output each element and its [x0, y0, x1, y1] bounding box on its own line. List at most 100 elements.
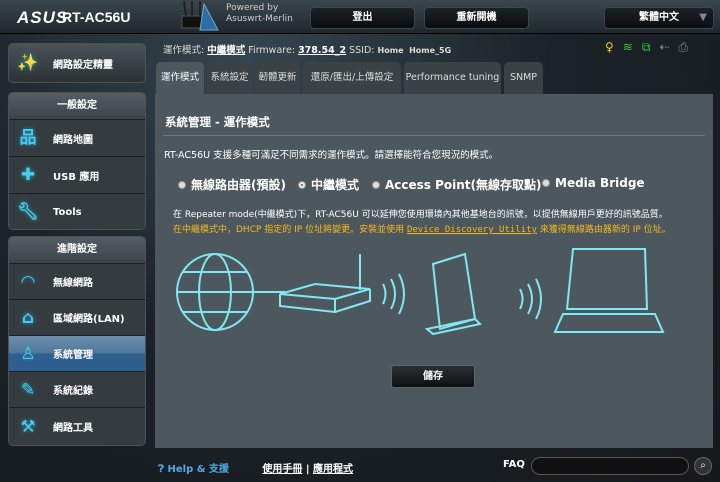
edit-log-icon: ✎	[20, 379, 36, 400]
warning-text: 在中繼模式中，DHCP 指定的 IP 位址將變更。安裝並使用	[173, 225, 407, 235]
logout-button[interactable]: 登出	[310, 7, 415, 29]
powered-by: Powered by Asuswrt-Merlin	[226, 3, 293, 25]
sidebar-item-label: 網路工具	[53, 423, 93, 434]
device-discovery-link[interactable]: Device Discovery Utility	[407, 225, 537, 235]
radio-button[interactable]	[178, 180, 186, 189]
repeater-info: 在 Repeater mode(中繼模式)下，RT-AC56U 可以延伸您使用環…	[173, 210, 668, 220]
radio-button[interactable]	[372, 180, 380, 189]
wifi-waves-icon	[382, 273, 405, 315]
manual-link[interactable]: 使用手冊	[262, 464, 302, 475]
description: RT-AC56U 支援多種可滿足不同需求的運作模式。請選擇能符合您現況的模式。	[164, 150, 499, 161]
faq-search-input[interactable]	[531, 457, 689, 475]
sidebar-item-network-map[interactable]: 品 網路地圖	[9, 119, 145, 156]
radio-media-bridge[interactable]: Media Bridge	[542, 176, 645, 190]
sidebar-item-tools[interactable]: 🔧︎ Tools	[9, 193, 145, 229]
user-icon: ♙	[20, 343, 36, 364]
wrench-icon: 🔧︎	[17, 202, 39, 222]
tab-restore-save-upload[interactable]: 還原/匯出/上傳設定	[303, 62, 401, 94]
faq-label: FAQ	[503, 459, 525, 470]
repeater-diagram	[176, 248, 665, 336]
status-bar: 運作模式: 中繼模式 Firmware: 378.54_2 SSID: Home…	[163, 42, 451, 56]
language-select[interactable]: 繁體中文 ▼	[604, 7, 714, 29]
bulb-icon[interactable]: ♀	[605, 40, 614, 55]
sidebar-item-administration[interactable]: ♙ 系統管理	[9, 335, 145, 371]
globe-icon	[176, 253, 254, 331]
radio-label: Access Point(無線存取點)	[385, 178, 542, 192]
chevron-down-icon: ▼	[699, 12, 707, 23]
save-button[interactable]: 儲存	[391, 365, 475, 388]
router-icon	[279, 254, 371, 314]
radio-label: 中繼模式	[311, 178, 360, 192]
reboot-button[interactable]: 重新開機	[424, 7, 529, 29]
powered-by-label: Powered by	[226, 3, 279, 13]
ssid-values: Home Home_5G	[377, 46, 452, 55]
general-title: 一般設定	[9, 93, 145, 119]
usb-icon[interactable]: ⇠	[659, 40, 669, 55]
repeater-icon	[424, 252, 483, 336]
sidebar-item-label: 系統管理	[53, 350, 93, 361]
language-value: 繁體中文	[639, 12, 679, 23]
connection-icon[interactable]: ⧉	[642, 40, 651, 55]
network-map-icon: 品	[19, 128, 37, 148]
sidebar-item-network-tools[interactable]: ⚒ 網路工具	[9, 407, 145, 445]
magic-wand-icon: ✨	[17, 53, 39, 73]
sidebar-item-label: Tools	[53, 206, 82, 218]
firmware-name: Asuswrt-Merlin	[226, 14, 293, 24]
printer-icon[interactable]: ⎙	[679, 40, 689, 55]
apps-link[interactable]: 應用程式	[313, 464, 353, 475]
sidebar-item-usb[interactable]: ✚ USB 應用	[9, 156, 145, 193]
sidebar-item-lan[interactable]: ⌂ 區域網路(LAN)	[9, 299, 145, 335]
help-link[interactable]: ❓︎ Help & 支援	[158, 464, 229, 475]
router-logo-icon	[181, 0, 219, 31]
advanced-settings-panel: 進階設定 ◠ 無線網路 ⌂ 區域網路(LAN) ♙ 系統管理 ✎ 系統紀錄 ⚒ 網路工具	[8, 236, 146, 446]
sidebar-item-label: 無線網路	[53, 278, 93, 289]
mode-link[interactable]: 中繼模式	[207, 45, 245, 56]
home-icon: ⌂	[21, 307, 35, 328]
search-icon[interactable]: ⌕	[694, 457, 712, 475]
help-label: Help & 支援	[167, 464, 229, 475]
radio-label: Media Bridge	[555, 176, 645, 190]
dhcp-warning: 在中繼模式中，DHCP 指定的 IP 位址將變更。安裝並使用 Device Di…	[173, 222, 671, 235]
tab-snmp[interactable]: SNMP	[504, 62, 543, 94]
tab-operation-mode[interactable]: 運作模式	[156, 62, 204, 94]
tools-icon: ⚒	[20, 416, 36, 437]
radio-label: 無線路由器(預設)	[191, 178, 286, 192]
sidebar-item-label: 區域網路(LAN)	[53, 314, 125, 325]
main-panel: 系統管理 - 運作模式 RT-AC56U 支援多種可滿足不同需求的運作模式。請選…	[155, 94, 713, 448]
general-settings-panel: 一般設定 品 網路地圖 ✚ USB 應用 🔧︎ Tools	[8, 92, 146, 230]
radio-access-point[interactable]: Access Point(無線存取點)	[372, 176, 542, 193]
wifi-waves-icon	[519, 278, 542, 320]
mode-label: 運作模式:	[163, 45, 205, 56]
header: ASUS RT-AC56U Powered by Asuswrt-Merlin 登…	[0, 0, 720, 34]
tab-system[interactable]: 系統設定	[207, 62, 252, 94]
radio-repeater[interactable]: 中繼模式	[298, 176, 359, 193]
tab-firmware-upgrade[interactable]: 韌體更新	[255, 62, 300, 94]
sidebar-item-wireless[interactable]: ◠ 無線網路	[9, 263, 145, 299]
firmware-label: Firmware:	[248, 45, 296, 56]
tab-performance-tuning[interactable]: Performance tuning	[404, 62, 501, 94]
sidebar-item-system-log[interactable]: ✎ 系統紀錄	[9, 371, 145, 407]
model-name: RT-AC56U	[62, 9, 131, 25]
sidebar-item-label: USB 應用	[53, 171, 100, 183]
separator: |	[302, 464, 314, 475]
wifi-status-icon[interactable]: ≋	[623, 40, 633, 55]
status-icons: ♀ ≋ ⧉ ⇠ ⎙	[605, 40, 688, 55]
divider	[163, 135, 705, 136]
asus-logo: ASUS	[17, 8, 69, 27]
firmware-link[interactable]: 378.54_2	[298, 45, 346, 56]
footer: ❓︎ Help & 支援 使用手冊 | 應用程式	[158, 460, 353, 475]
help-icon: ❓︎	[158, 464, 168, 475]
radio-button[interactable]	[542, 179, 550, 187]
page-title: 系統管理 - 運作模式	[165, 115, 270, 129]
warning-text-end: 來獲得無線路由器新的 IP 位址。	[536, 225, 671, 235]
sidebar-item-label: 系統紀錄	[53, 386, 93, 397]
sidebar-item-label: 網路地圖	[53, 134, 93, 146]
wifi-icon: ◠	[21, 271, 35, 292]
radio-wireless-router[interactable]: 無線路由器(預設)	[178, 176, 286, 193]
quick-setup-wizard[interactable]: ✨ 網路設定精靈	[8, 43, 146, 83]
radio-button[interactable]	[298, 180, 306, 189]
laptop-icon	[553, 248, 665, 333]
wizard-label: 網路設定精靈	[53, 59, 113, 71]
puzzle-icon: ✚	[20, 165, 36, 185]
ssid-label: SSID:	[349, 45, 375, 56]
